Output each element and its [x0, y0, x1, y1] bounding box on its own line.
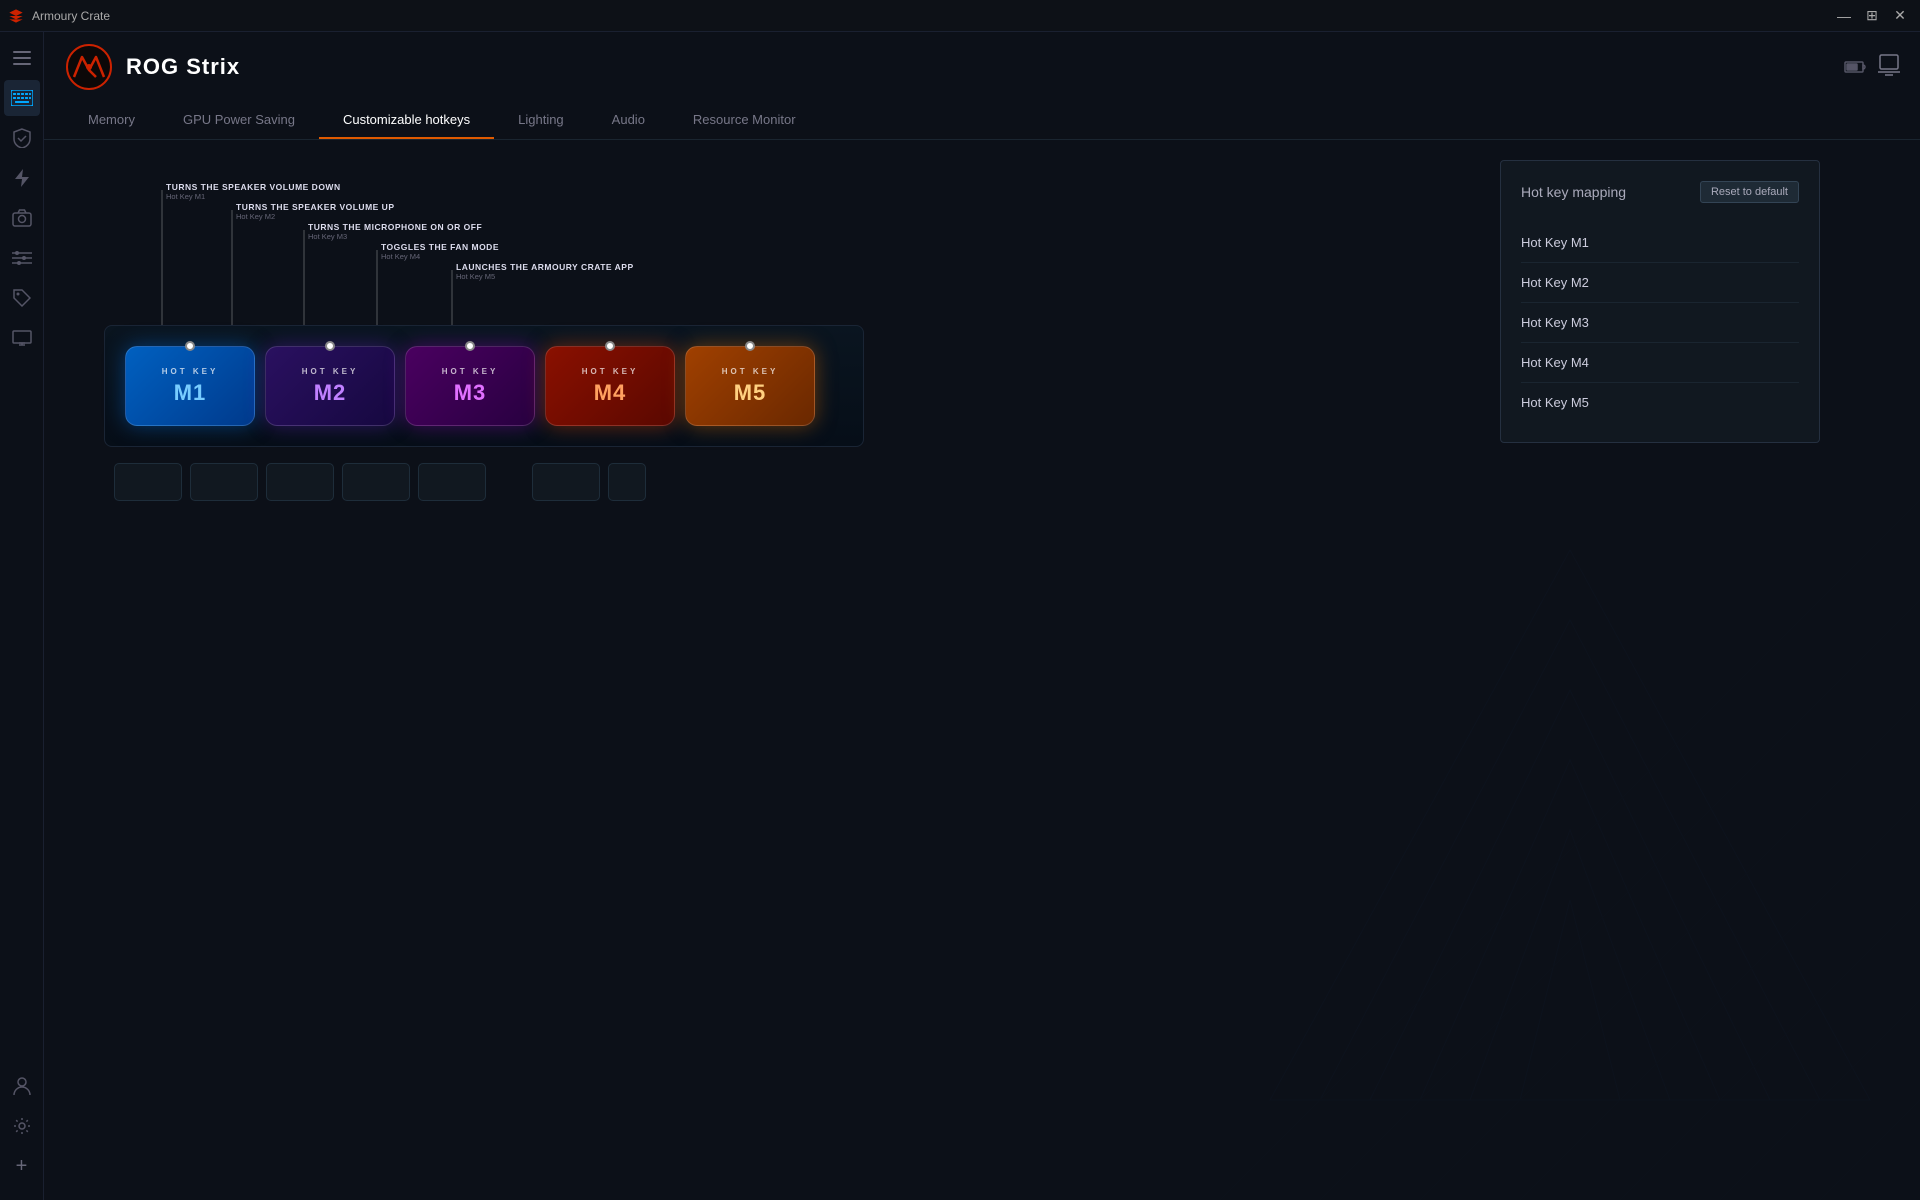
header-right [1844, 53, 1900, 81]
sidebar-item-sliders[interactable] [4, 240, 40, 276]
app-name: ROG Strix [126, 54, 240, 80]
callout-m1-text: TURNS THE SPEAKER VOLUME DOWN [166, 182, 341, 192]
tab-resource[interactable]: Resource Monitor [669, 102, 820, 139]
hotkey-entry-m2[interactable]: Hot Key M2 [1521, 263, 1799, 303]
sidebar-item-shield[interactable] [4, 120, 40, 156]
header-left: ROG Strix [64, 42, 240, 92]
sidebar-item-hamburger[interactable] [4, 40, 40, 76]
hotkey-m4-label-big: M4 [594, 380, 627, 406]
key-placeholder-3 [266, 463, 334, 501]
key-gap [494, 463, 524, 501]
hotkey-m5-label-small: HOT KEY [722, 367, 779, 376]
hotkey-entry-m3[interactable]: Hot Key M3 [1521, 303, 1799, 343]
close-button[interactable]: ✕ [1888, 4, 1912, 28]
dot-m3 [465, 341, 475, 351]
minimize-button[interactable]: — [1832, 4, 1856, 28]
sidebar-item-keyboard[interactable] [4, 80, 40, 116]
dot-m2 [325, 341, 335, 351]
callout-m5-text: LAUNCHES THE ARMOURY CRATE APP [456, 262, 634, 272]
settings-titlebar-button[interactable]: ⊞ [1860, 4, 1884, 28]
callout-m2-text: TURNS THE SPEAKER VOLUME UP [236, 202, 395, 212]
hotkey-panel: Hot key mapping Reset to default Hot Key… [1500, 160, 1820, 443]
titlebar-controls: — ⊞ ✕ [1832, 4, 1912, 28]
sidebar: + [0, 32, 44, 1200]
dot-m1 [185, 341, 195, 351]
tab-memory[interactable]: Memory [64, 102, 159, 139]
callout-m4: TOGGLES THE FAN MODE Hot Key M4 [381, 242, 499, 261]
tab-audio[interactable]: Audio [588, 102, 669, 139]
callout-area: TURNS THE SPEAKER VOLUME DOWN Hot Key M1… [104, 170, 864, 325]
hotkey-m5-label-big: M5 [734, 380, 767, 406]
app-header: ROG Strix [44, 32, 1920, 102]
hotkey-m1-label-small: HOT KEY [162, 367, 219, 376]
hotkey-m3-label-small: HOT KEY [442, 367, 499, 376]
sidebar-item-camera[interactable] [4, 200, 40, 236]
callout-m1: TURNS THE SPEAKER VOLUME DOWN Hot Key M1 [166, 182, 341, 201]
sidebar-add-button[interactable]: + [4, 1148, 40, 1184]
app-container: + ROG Strix [0, 32, 1920, 1200]
key-placeholder-7 [608, 463, 646, 501]
sidebar-bottom: + [4, 1068, 40, 1192]
app-icon [8, 8, 24, 24]
bg-decoration [1220, 500, 1920, 1200]
tabs-bar: Memory GPU Power Saving Customizable hot… [44, 102, 1920, 140]
callout-m3: TURNS THE MICROPHONE ON OR OFF Hot Key M… [308, 222, 482, 241]
dot-m4 [605, 341, 615, 351]
sidebar-item-user[interactable] [4, 1068, 40, 1104]
sidebar-item-settings[interactable] [4, 1108, 40, 1144]
laptop-icon [1878, 53, 1900, 81]
callout-m4-subtext: Hot Key M4 [381, 252, 499, 261]
hotkey-m2-label-big: M2 [314, 380, 347, 406]
sidebar-item-tag[interactable] [4, 280, 40, 316]
battery-icon [1844, 55, 1868, 79]
titlebar-title: Armoury Crate [32, 9, 110, 23]
hotkey-btn-m1[interactable]: HOT KEY M1 [125, 346, 255, 426]
hotkey-btn-m5[interactable]: HOT KEY M5 [685, 346, 815, 426]
hotkey-panel-header: Hot key mapping Reset to default [1521, 181, 1799, 203]
callout-m2-subtext: Hot Key M2 [236, 212, 395, 221]
hotkey-btn-m4[interactable]: HOT KEY M4 [545, 346, 675, 426]
dot-m5 [745, 341, 755, 351]
content-area: TURNS THE SPEAKER VOLUME DOWN Hot Key M1… [44, 140, 1920, 1200]
callout-m4-text: TOGGLES THE FAN MODE [381, 242, 499, 252]
callout-m1-subtext: Hot Key M1 [166, 192, 341, 201]
hotkey-m2-label-small: HOT KEY [302, 367, 359, 376]
callout-m3-subtext: Hot Key M3 [308, 232, 482, 241]
key-placeholder-4 [342, 463, 410, 501]
key-placeholder-6 [532, 463, 600, 501]
key-placeholder-2 [190, 463, 258, 501]
titlebar-left: Armoury Crate [8, 8, 110, 24]
tab-hotkeys[interactable]: Customizable hotkeys [319, 102, 494, 139]
keyboard-strip [104, 463, 864, 501]
sidebar-item-lightning[interactable] [4, 160, 40, 196]
hotkey-entry-m1[interactable]: Hot Key M1 [1521, 223, 1799, 263]
tab-gpu[interactable]: GPU Power Saving [159, 102, 319, 139]
reset-default-button[interactable]: Reset to default [1700, 181, 1799, 203]
titlebar: Armoury Crate — ⊞ ✕ [0, 0, 1920, 32]
callout-m5: LAUNCHES THE ARMOURY CRATE APP Hot Key M… [456, 262, 634, 281]
callout-m3-text: TURNS THE MICROPHONE ON OR OFF [308, 222, 482, 232]
hotkey-btn-m2[interactable]: HOT KEY M2 [265, 346, 395, 426]
hotkey-m1-label-big: M1 [174, 380, 207, 406]
callout-m5-subtext: Hot Key M5 [456, 272, 634, 281]
key-placeholder-1 [114, 463, 182, 501]
hotkey-btn-m3[interactable]: HOT KEY M3 [405, 346, 535, 426]
hotkey-m4-label-small: HOT KEY [582, 367, 639, 376]
hotkey-panel-title: Hot key mapping [1521, 184, 1626, 200]
hotkey-m3-label-big: M3 [454, 380, 487, 406]
main-content: ROG Strix Memory GPU Power Saving Custom… [44, 32, 1920, 1200]
hotkey-entry-m5[interactable]: Hot Key M5 [1521, 383, 1799, 422]
callout-m2: TURNS THE SPEAKER VOLUME UP Hot Key M2 [236, 202, 395, 221]
rog-logo [64, 42, 114, 92]
content-wrapper: TURNS THE SPEAKER VOLUME DOWN Hot Key M1… [44, 140, 1920, 531]
tab-lighting[interactable]: Lighting [494, 102, 588, 139]
sidebar-item-display[interactable] [4, 320, 40, 356]
hotkey-entry-m4[interactable]: Hot Key M4 [1521, 343, 1799, 383]
key-placeholder-5 [418, 463, 486, 501]
hotkey-buttons-container: HOT KEY M1 HOT KEY M2 HOT KEY M3 [104, 325, 864, 447]
hotkey-entries: Hot Key M1 Hot Key M2 Hot Key M3 Hot Key… [1521, 223, 1799, 422]
